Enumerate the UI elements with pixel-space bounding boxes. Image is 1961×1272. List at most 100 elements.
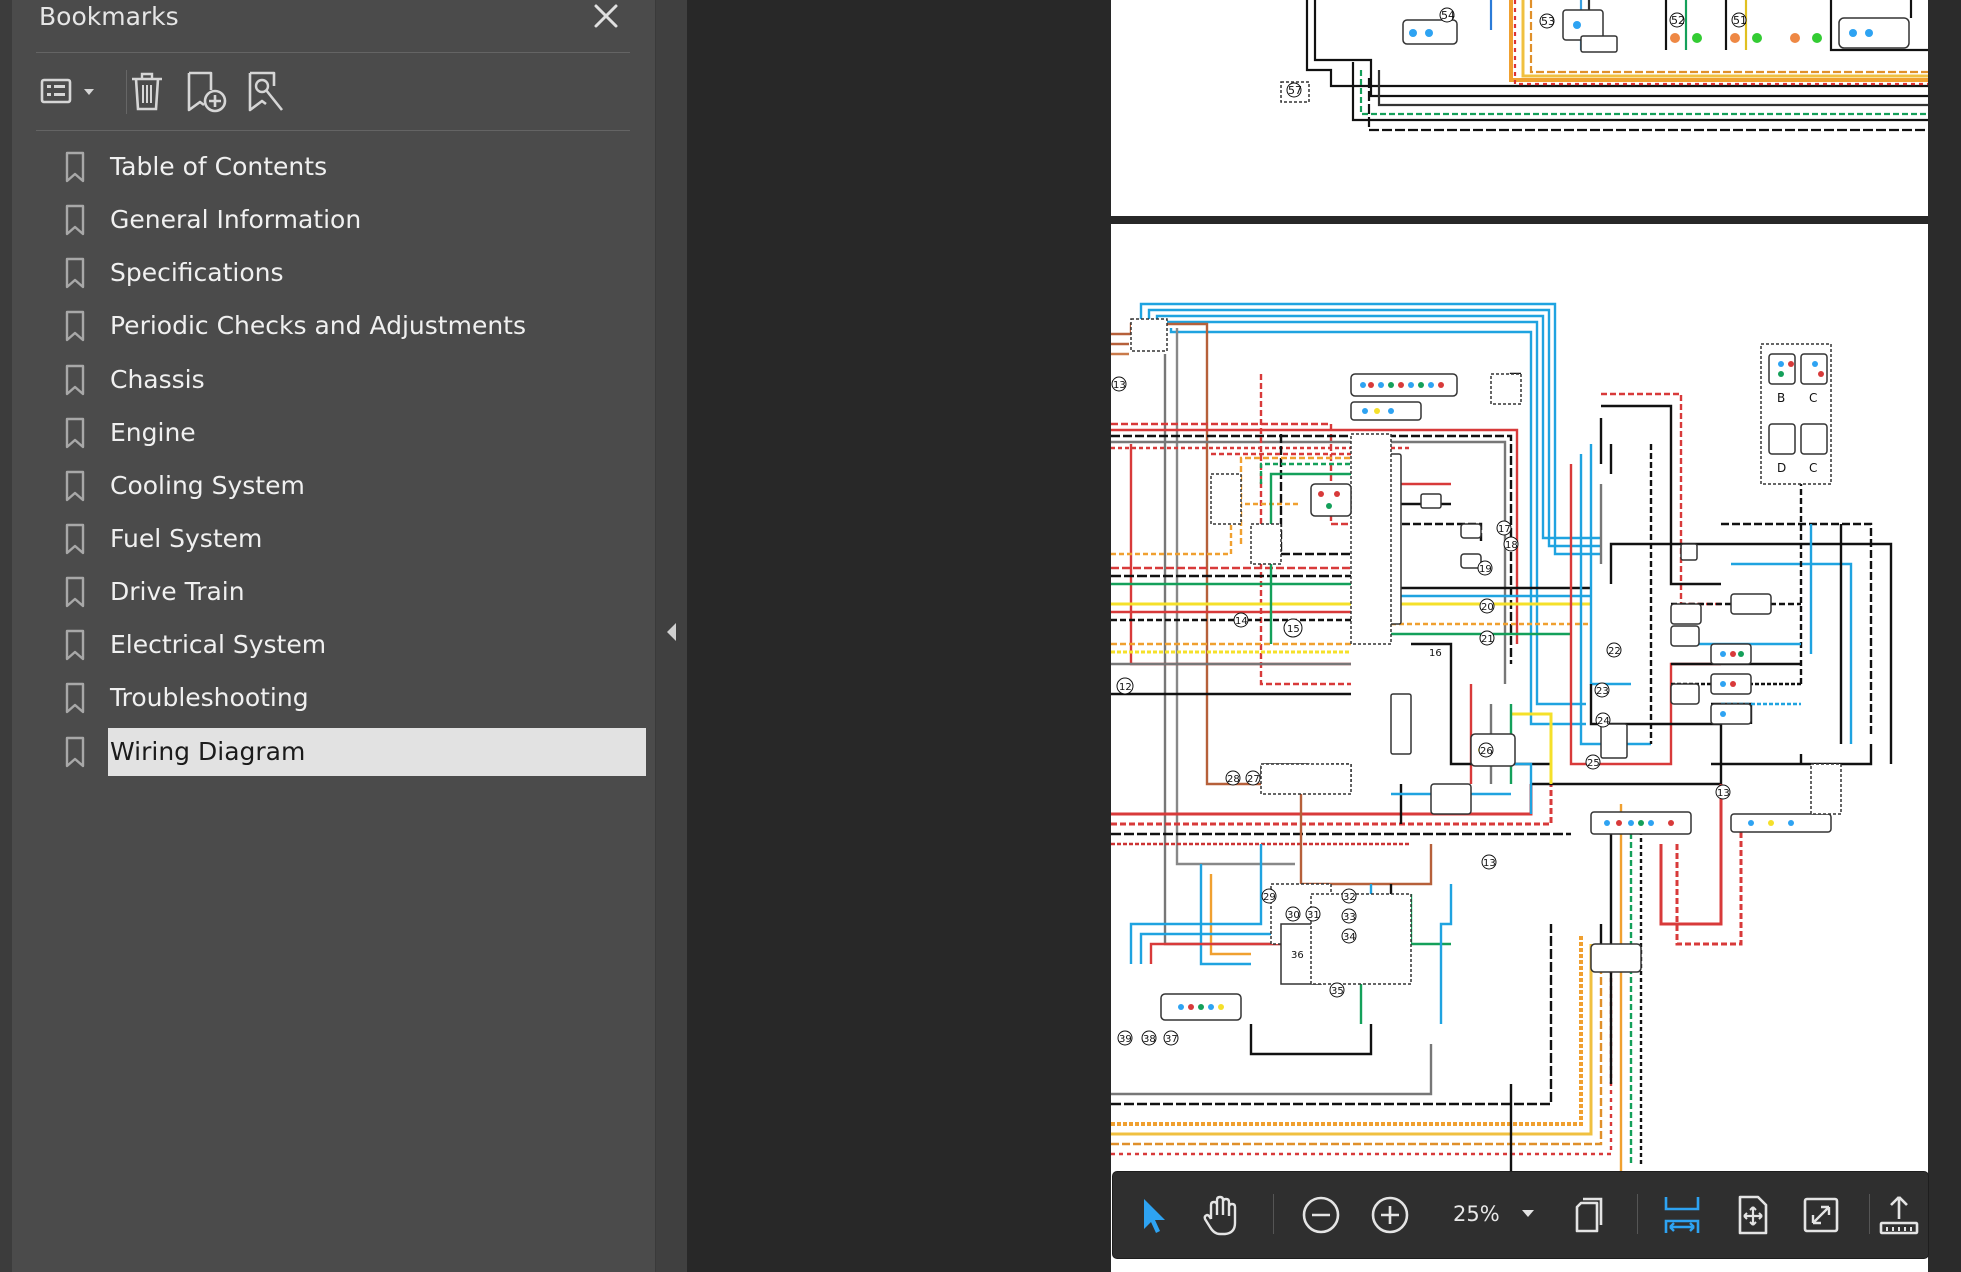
bookmark-label: Table of Contents [110,152,328,181]
bookmark-label: Chassis [110,365,205,394]
bookmark-label: Cooling System [110,471,305,500]
panel-divider [36,52,630,53]
pdf-page-wiring-diagram: 13 14 15 16 17 18 19 20 21 22 23 24 25 2… [1111,224,1928,1272]
panel-title: Bookmarks [39,2,179,31]
svg-text:26: 26 [1480,746,1493,757]
bookmark-label: Fuel System [110,524,263,553]
bookmark-item-fuel-system[interactable]: Fuel System [64,515,648,563]
bookmark-item-general-information[interactable]: General Information [64,196,648,244]
expand-icon [1803,1197,1839,1233]
svg-text:25: 25 [1587,758,1600,769]
svg-text:19: 19 [1479,564,1492,575]
bookmark-label: Electrical System [110,630,327,659]
bookmark-item-table-of-contents[interactable]: Table of Contents [64,143,648,191]
add-bookmark-icon [187,71,227,113]
bookmark-item-wiring-diagram[interactable]: Wiring Diagram [64,728,648,776]
svg-text:57: 57 [1288,84,1302,97]
pdf-page-previous: 54 53 52 51 57 [1111,0,1928,216]
svg-text:52: 52 [1671,14,1685,27]
wiring-diagram: 13 14 15 16 17 18 19 20 21 22 23 24 25 2… [1111,302,1893,1204]
fit-width-button[interactable] [1656,1189,1708,1241]
svg-text:54: 54 [1441,9,1455,22]
bookmark-icon [65,576,85,608]
zoom-level-dropdown[interactable]: 25% [1439,1194,1543,1236]
bookmarks-panel: Bookmarks Table of Contents General Info… [0,0,688,1272]
bookmark-item-troubleshooting[interactable]: Troubleshooting [64,674,648,722]
delete-bookmark-button[interactable] [126,68,168,116]
bookmark-icon [65,204,85,236]
bookmark-icon [65,682,85,714]
svg-text:29: 29 [1263,892,1276,903]
zoom-out-icon [1302,1196,1340,1234]
zoom-in-icon [1371,1196,1409,1234]
bookmark-item-drive-train[interactable]: Drive Train [64,568,648,616]
svg-text:39: 39 [1119,1034,1132,1045]
bookmark-icon [65,257,85,289]
svg-text:12: 12 [1119,682,1132,693]
toolbar-separator [1637,1194,1638,1234]
floating-toolbar: 25% [1113,1172,1928,1258]
svg-text:28: 28 [1227,774,1240,785]
full-screen-button[interactable] [1795,1189,1847,1241]
toolbar-divider [36,130,630,131]
bookmark-item-chassis[interactable]: Chassis [64,356,648,404]
bookmark-icon [65,417,85,449]
share-upload-button[interactable] [1875,1189,1923,1241]
fit-page-icon [1738,1195,1768,1235]
page-view-button[interactable] [1563,1189,1615,1241]
bookmark-item-electrical-system[interactable]: Electrical System [64,621,648,669]
bookmark-item-engine[interactable]: Engine [64,409,648,457]
bookmark-label: Engine [110,418,196,447]
hand-tool-button[interactable] [1195,1189,1247,1241]
select-tool-button[interactable] [1127,1189,1179,1241]
wiring-diagram-fragment: 54 53 52 51 57 [1280,0,1928,132]
bookmark-label: General Information [110,205,362,234]
bookmark-options-button[interactable] [38,68,98,116]
svg-text:31: 31 [1307,910,1320,921]
svg-text:18: 18 [1505,540,1518,551]
svg-text:B: B [1777,391,1785,405]
svg-text:36: 36 [1291,950,1304,961]
svg-text:37: 37 [1165,1034,1178,1045]
bookmark-label: Troubleshooting [110,683,309,712]
svg-text:C: C [1809,391,1817,405]
svg-text:33: 33 [1343,912,1356,923]
bookmark-label: Periodic Checks and Adjustments [110,311,527,340]
bookmark-icon [65,629,85,661]
svg-text:34: 34 [1343,932,1356,943]
upload-icon [1879,1196,1919,1235]
add-bookmark-button[interactable] [184,68,230,116]
bookmark-label: Specifications [110,258,284,287]
document-viewport[interactable]: 54 53 52 51 57 13 14 15 16 17 18 19 20 2… [687,0,1961,1272]
fit-page-button[interactable] [1726,1189,1778,1241]
svg-text:51: 51 [1733,14,1747,27]
collapse-panel-button[interactable] [664,620,680,644]
bookmark-search-icon [248,71,284,112]
toolbar-separator [1273,1194,1274,1234]
bookmark-icon [65,470,85,502]
bookmark-icon [65,151,85,183]
svg-text:22: 22 [1608,646,1621,657]
scrollbar-track[interactable] [1928,0,1961,1272]
bookmark-icon [65,310,85,342]
zoom-out-button[interactable] [1295,1189,1347,1241]
bookmark-label: Drive Train [110,577,245,606]
svg-text:38: 38 [1143,1034,1156,1045]
bookmark-item-specifications[interactable]: Specifications [64,249,648,297]
svg-text:14: 14 [1235,616,1248,627]
svg-text:20: 20 [1481,602,1494,613]
bookmark-icon [65,736,85,768]
svg-text:C: C [1809,461,1817,475]
zoom-in-button[interactable] [1364,1189,1416,1241]
pointer-arrow-icon [1144,1199,1165,1233]
bookmark-search-button[interactable] [244,68,290,116]
bookmark-item-periodic-checks[interactable]: Periodic Checks and Adjustments [64,302,648,350]
bookmark-item-cooling-system[interactable]: Cooling System [64,462,648,510]
fit-width-icon [1664,1197,1700,1233]
svg-text:23: 23 [1596,686,1609,697]
panel-left-edge [0,0,12,1272]
close-panel-button[interactable] [587,0,625,36]
list-options-icon [40,78,94,104]
zoom-level-value: 25% [1453,1202,1500,1226]
svg-text:27: 27 [1247,774,1260,785]
